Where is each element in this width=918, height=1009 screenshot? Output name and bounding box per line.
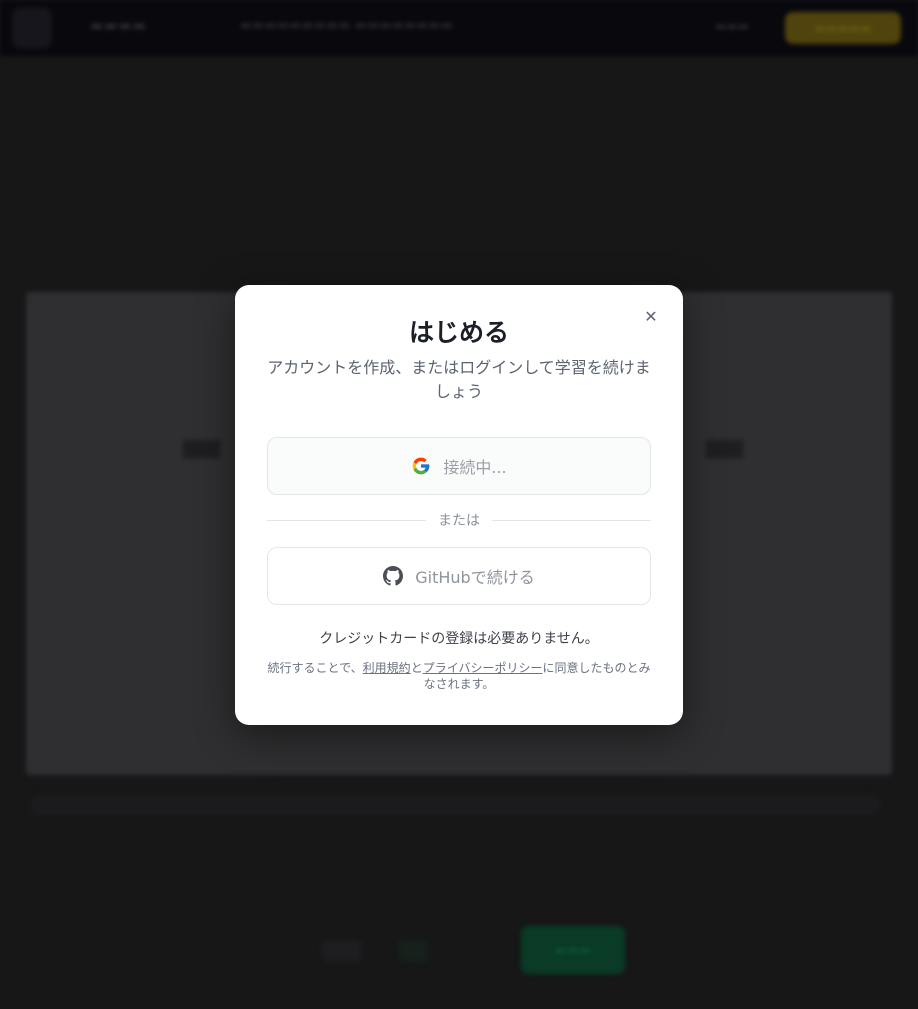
terms-conjunction: と bbox=[410, 661, 423, 675]
no-credit-card-note: クレジットカードの登録は必要ありません。 bbox=[319, 631, 599, 647]
github-icon bbox=[383, 566, 404, 586]
terms-prefix: 続行することで、 bbox=[267, 661, 363, 675]
divider-line bbox=[267, 519, 426, 521]
divider-line bbox=[492, 519, 651, 521]
divider: または bbox=[267, 511, 651, 529]
modal-title: はじめる bbox=[408, 318, 509, 347]
divider-text: または bbox=[438, 513, 480, 529]
modal-subtitle: アカウントを作成、またはログインして学習を続けましょう bbox=[267, 358, 651, 401]
google-signin-button[interactable]: 接続中... bbox=[267, 437, 651, 495]
privacy-policy-link[interactable]: プライバシーポリシー bbox=[423, 661, 543, 675]
terms-notice: 続行することで、利用規約とプライバシーポリシーに同意したものとみなされます。 bbox=[265, 660, 653, 692]
google-button-label: 接続中... bbox=[443, 458, 507, 477]
signin-modal: ✕ はじめる アカウントを作成、またはログインして学習を続けましょう 接続中..… bbox=[235, 285, 683, 725]
terms-of-service-link[interactable]: 利用規約 bbox=[363, 661, 411, 675]
google-icon bbox=[413, 457, 430, 475]
github-button-label: GitHubで続ける bbox=[415, 568, 535, 587]
github-signin-button[interactable]: GitHubで続ける bbox=[267, 547, 651, 605]
